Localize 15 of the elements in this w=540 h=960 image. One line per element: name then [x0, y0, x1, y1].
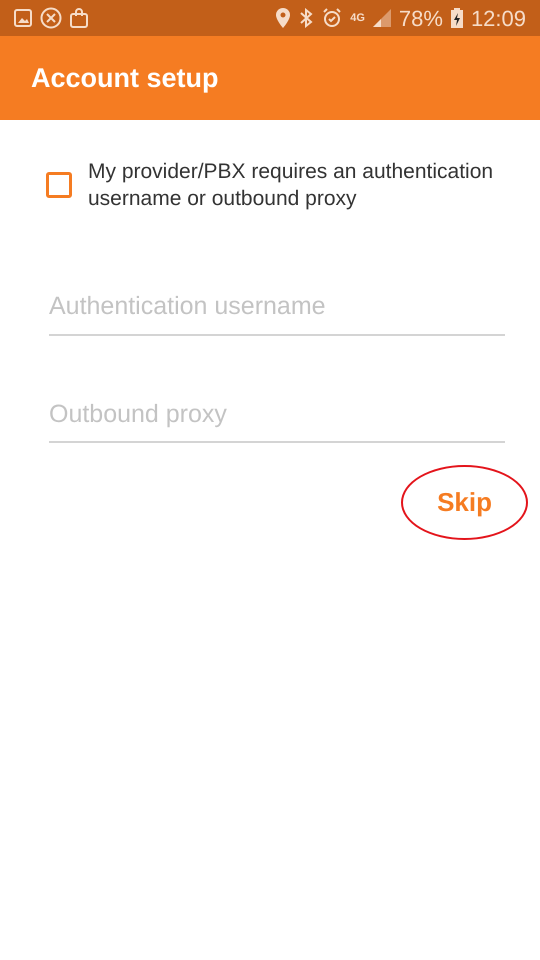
bluetooth-icon — [298, 8, 314, 28]
clock: 12:09 — [470, 4, 526, 32]
image-icon — [14, 9, 32, 27]
alarm-icon — [322, 8, 342, 28]
battery-charging-icon — [450, 8, 463, 28]
bag-icon — [70, 8, 88, 28]
checkbox[interactable] — [46, 172, 72, 198]
network-type: 4G — [350, 10, 365, 26]
signal-icon — [372, 9, 391, 27]
checkbox-label: My provider/PBX requires an authentication username or outbound proxy — [88, 159, 494, 212]
screen-title: Account setup — [31, 62, 219, 94]
location-icon — [276, 8, 290, 28]
battery-level: 78% — [398, 4, 443, 32]
skip-button[interactable]: Skip — [401, 465, 528, 540]
close-icon — [40, 7, 62, 29]
